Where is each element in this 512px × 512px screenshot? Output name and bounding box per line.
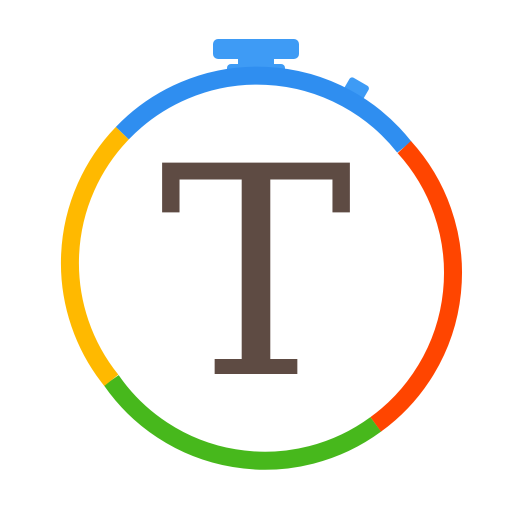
stopwatch-app-icon: T [60,39,462,470]
letter-t: T [159,106,354,443]
